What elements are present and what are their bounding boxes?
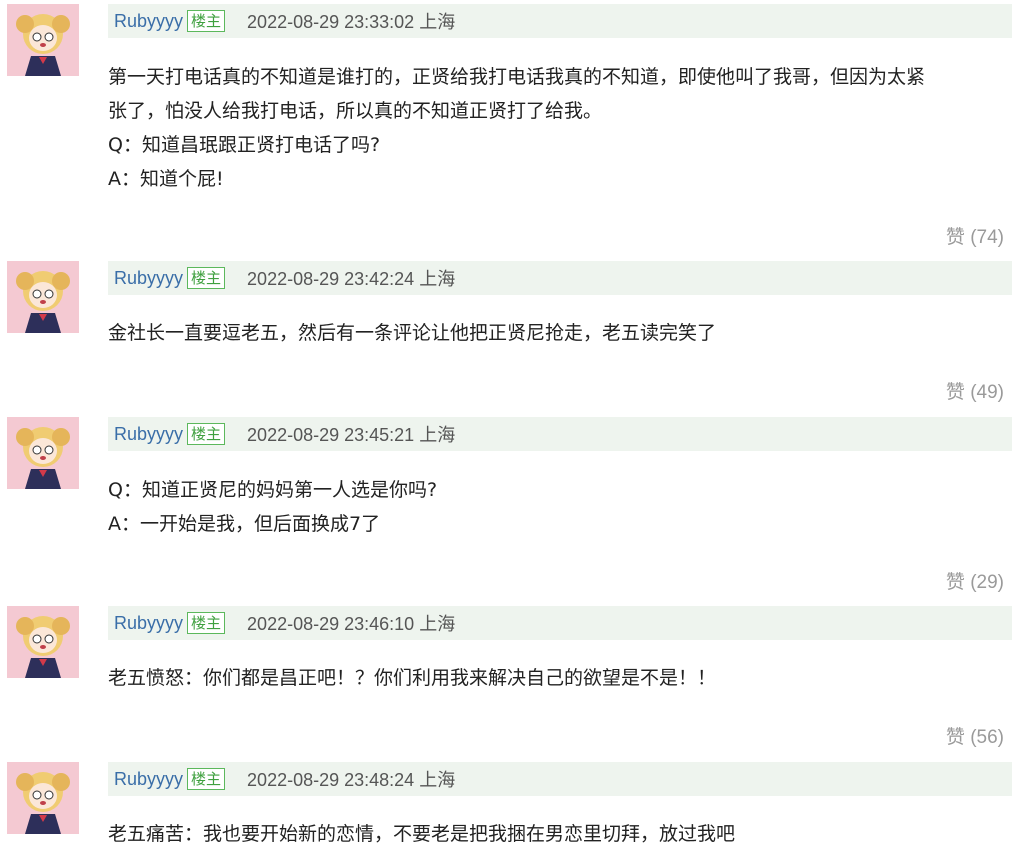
op-badge: 楼主 bbox=[187, 10, 226, 32]
comment-line: 老五愤怒：你们都是昌正吧！？你们利用我来解决自己的欲望是不是！！ bbox=[108, 667, 717, 689]
like-button[interactable]: 赞 (29) bbox=[946, 567, 1004, 594]
comment-item: Rubyyyy 楼主 2022-08-29 23:46:10 上海 老五愤怒：你… bbox=[0, 606, 1024, 756]
comment-body: 第一天打电话真的不知道是谁打的，正贤给我打电话我真的不知道，即使他叫了我哥，但因… bbox=[108, 60, 1012, 196]
comment-line: 张了，怕没人给我打电话，所以真的不知道正贤打了给我。 bbox=[108, 100, 603, 122]
comment-meta-bar: Rubyyyy 楼主 2022-08-29 23:45:21 上海 bbox=[108, 417, 1012, 451]
comment-meta-bar: Rubyyyy 楼主 2022-08-29 23:46:10 上海 bbox=[108, 606, 1012, 640]
comment-meta-bar: Rubyyyy 楼主 2022-08-29 23:33:02 上海 bbox=[108, 4, 1012, 38]
op-badge: 楼主 bbox=[187, 768, 226, 790]
anime-girl-avatar-icon[interactable] bbox=[7, 417, 79, 489]
comment-line: A：一开始是我，但后面换成7了 bbox=[108, 513, 381, 535]
comment-meta-bar: Rubyyyy 楼主 2022-08-29 23:48:24 上海 bbox=[108, 762, 1012, 796]
comment-line: 第一天打电话真的不知道是谁打的，正贤给我打电话我真的不知道，即使他叫了我哥，但因… bbox=[108, 66, 926, 88]
comment-item: Rubyyyy 楼主 2022-08-29 23:48:24 上海 老五痛苦：我… bbox=[0, 762, 1024, 853]
anime-girl-avatar-icon[interactable] bbox=[7, 762, 79, 834]
timestamp: 2022-08-29 23:46:10 上海 bbox=[247, 614, 456, 634]
like-button[interactable]: 赞 (74) bbox=[946, 222, 1004, 249]
comment-line: Q：知道正贤尼的妈妈第一人选是你吗? bbox=[108, 479, 438, 501]
anime-girl-avatar-icon[interactable] bbox=[7, 606, 79, 678]
comment-line: 金社长一直要逗老五，然后有一条评论让他把正贤尼抢走，老五读完笑了 bbox=[108, 322, 717, 344]
comment-body: 老五愤怒：你们都是昌正吧！？你们利用我来解决自己的欲望是不是！！ bbox=[108, 661, 1012, 695]
op-badge: 楼主 bbox=[187, 423, 226, 445]
anime-girl-avatar-icon[interactable] bbox=[7, 4, 79, 76]
timestamp: 2022-08-29 23:45:21 上海 bbox=[247, 425, 456, 445]
timestamp: 2022-08-29 23:42:24 上海 bbox=[247, 269, 456, 289]
comment-line: Q：知道昌珉跟正贤打电话了吗? bbox=[108, 134, 381, 156]
username-link[interactable]: Rubyyyy bbox=[114, 769, 183, 790]
comment-line: 老五痛苦：我也要开始新的恋情，不要老是把我捆在男恋里切拜，放过我吧 bbox=[108, 823, 736, 845]
like-button[interactable]: 赞 (49) bbox=[946, 377, 1004, 404]
comment-body: 老五痛苦：我也要开始新的恋情，不要老是把我捆在男恋里切拜，放过我吧 bbox=[108, 817, 1012, 851]
op-badge: 楼主 bbox=[187, 267, 226, 289]
timestamp: 2022-08-29 23:33:02 上海 bbox=[247, 12, 456, 32]
username-link[interactable]: Rubyyyy bbox=[114, 613, 183, 634]
comment-item: Rubyyyy 楼主 2022-08-29 23:45:21 上海 Q：知道正贤… bbox=[0, 417, 1024, 597]
username-link[interactable]: Rubyyyy bbox=[114, 424, 183, 445]
like-button[interactable]: 赞 (56) bbox=[946, 722, 1004, 749]
comment-line: A：知道个屁! bbox=[108, 168, 224, 190]
comment-body: 金社长一直要逗老五，然后有一条评论让他把正贤尼抢走，老五读完笑了 bbox=[108, 316, 1012, 350]
comment-item: Rubyyyy 楼主 2022-08-29 23:33:02 上海 第一天打电话… bbox=[0, 4, 1024, 254]
timestamp: 2022-08-29 23:48:24 上海 bbox=[247, 770, 456, 790]
comment-feed: Rubyyyy 楼主 2022-08-29 23:33:02 上海 第一天打电话… bbox=[0, 0, 1024, 853]
comment-item: Rubyyyy 楼主 2022-08-29 23:42:24 上海 金社长一直要… bbox=[0, 261, 1024, 411]
op-badge: 楼主 bbox=[187, 612, 226, 634]
comment-meta-bar: Rubyyyy 楼主 2022-08-29 23:42:24 上海 bbox=[108, 261, 1012, 295]
username-link[interactable]: Rubyyyy bbox=[114, 11, 183, 32]
comment-body: Q：知道正贤尼的妈妈第一人选是你吗? A：一开始是我，但后面换成7了 bbox=[108, 473, 1012, 541]
anime-girl-avatar-icon[interactable] bbox=[7, 261, 79, 333]
username-link[interactable]: Rubyyyy bbox=[114, 268, 183, 289]
